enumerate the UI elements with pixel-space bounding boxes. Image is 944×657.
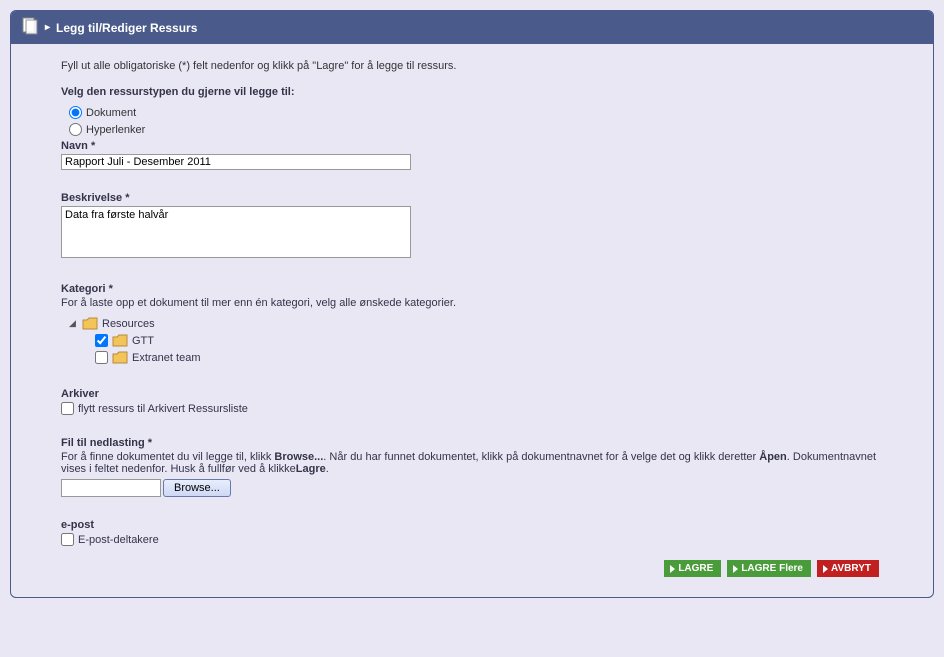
email-checkbox-row[interactable]: E-post-deltakere (61, 533, 883, 546)
dialog-panel: ▸ Legg til/Rediger Ressurs Fyll ut alle … (10, 10, 934, 598)
radio-hyperlenker-input[interactable] (69, 123, 82, 136)
radio-dokument[interactable]: Dokument (69, 106, 883, 119)
radio-dokument-label: Dokument (86, 107, 136, 119)
save-more-button-label: LAGRE Flere (741, 563, 803, 574)
browse-button[interactable]: Browse... (163, 479, 231, 497)
resource-type-label: Velg den ressurstypen du gjerne vil legg… (61, 86, 883, 98)
tree-root-label: Resources (102, 318, 155, 330)
document-icon (21, 17, 39, 38)
name-label: Navn * (61, 140, 883, 152)
archive-checkbox-label: flytt ressurs til Arkivert Ressursliste (78, 403, 248, 415)
tree-collapse-icon[interactable]: ◢ (69, 318, 78, 329)
file-help: For å finne dokumentet du vil legge til,… (61, 451, 883, 475)
intro-text: Fyll ut alle obligatoriske (*) felt nede… (61, 60, 883, 72)
archive-label: Arkiver (61, 388, 883, 400)
radio-dokument-input[interactable] (69, 106, 82, 119)
tree-item-extranet[interactable]: Extranet team (95, 349, 883, 366)
email-checkbox[interactable] (61, 533, 74, 546)
play-icon (733, 565, 738, 573)
tree-checkbox-extranet[interactable] (95, 351, 108, 364)
description-input[interactable] (61, 206, 411, 258)
tree-item-extranet-label: Extranet team (132, 352, 200, 364)
tree-root[interactable]: ◢ Resources (69, 315, 883, 332)
email-label: e-post (61, 519, 883, 531)
category-tree: ◢ Resources GTT Extranet team (69, 315, 883, 366)
save-more-button[interactable]: LAGRE Flere (727, 560, 811, 577)
folder-icon (112, 351, 128, 364)
tree-item-gtt-label: GTT (132, 335, 154, 347)
save-button-label: LAGRE (678, 563, 713, 574)
save-button[interactable]: LAGRE (664, 560, 721, 577)
category-help: For å laste opp et dokument til mer enn … (61, 297, 883, 309)
dialog-body: Fyll ut alle obligatoriske (*) felt nede… (11, 44, 933, 597)
cancel-button[interactable]: AVBRYT (817, 560, 879, 577)
cancel-button-label: AVBRYT (831, 563, 871, 574)
archive-checkbox-row[interactable]: flytt ressurs til Arkivert Ressursliste (61, 402, 883, 415)
dialog-title: Legg til/Rediger Ressurs (56, 21, 197, 35)
tree-checkbox-gtt[interactable] (95, 334, 108, 347)
action-buttons: LAGRE LAGRE Flere AVBRYT (61, 560, 883, 577)
tree-item-gtt[interactable]: GTT (95, 332, 883, 349)
description-label: Beskrivelse * (61, 192, 883, 204)
category-label: Kategori * (61, 283, 883, 295)
radio-hyperlenker[interactable]: Hyperlenker (69, 123, 883, 136)
play-icon (670, 565, 675, 573)
file-label: Fil til nedlasting * (61, 437, 883, 449)
chevron-right-icon: ▸ (45, 22, 50, 33)
archive-checkbox[interactable] (61, 402, 74, 415)
email-checkbox-label: E-post-deltakere (78, 534, 159, 546)
folder-icon (112, 334, 128, 347)
play-icon (823, 565, 828, 573)
radio-hyperlenker-label: Hyperlenker (86, 124, 145, 136)
file-upload-row: Browse... (61, 479, 883, 497)
name-input[interactable] (61, 154, 411, 170)
file-path-input[interactable] (61, 479, 161, 497)
folder-icon (82, 317, 98, 330)
dialog-header: ▸ Legg til/Rediger Ressurs (11, 11, 933, 44)
